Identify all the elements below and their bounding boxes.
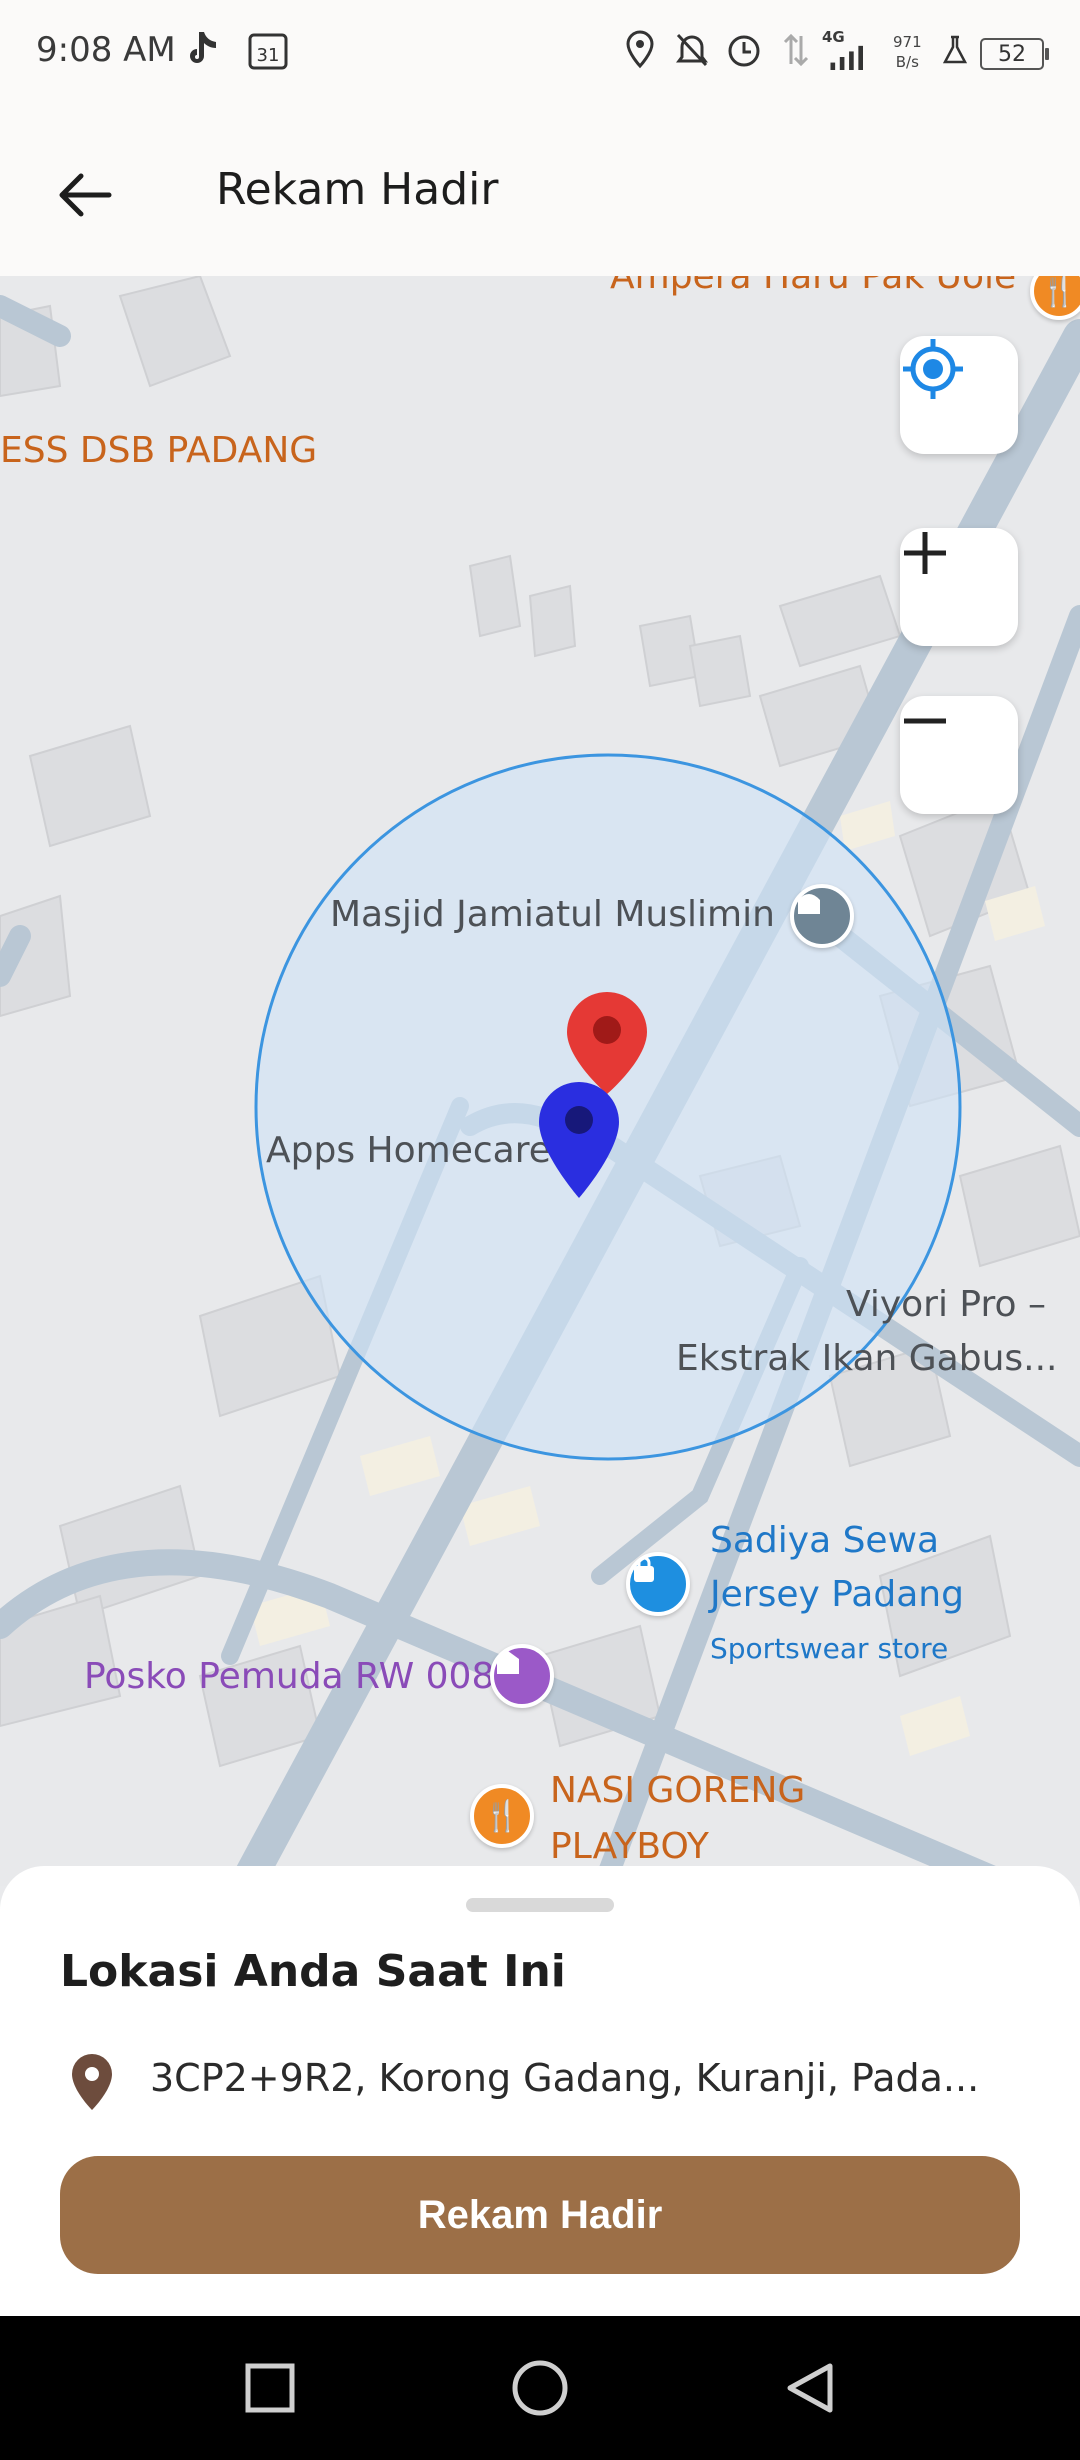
battery-icon: 52 xyxy=(980,38,1049,70)
back-nav-button[interactable] xyxy=(774,2352,846,2424)
poi-label-mosque[interactable]: Masjid Jamiatul Muslimin xyxy=(330,894,775,935)
poi-label-posko[interactable]: Posko Pemuda RW 008 xyxy=(84,1656,494,1697)
sheet-drag-handle[interactable] xyxy=(466,1898,614,1912)
poi-label-ampera[interactable]: Ampera Haru Pak Uole xyxy=(610,276,1016,297)
poi-label-sadiya-2[interactable]: Jersey Padang xyxy=(710,1574,964,1615)
mute-icon xyxy=(672,30,712,70)
signal-icon: 4G xyxy=(822,30,878,70)
back-button[interactable] xyxy=(40,150,130,240)
lab-icon xyxy=(940,30,970,70)
status-time: 9:08 AM xyxy=(36,30,176,70)
poi-label-nasi-2[interactable]: PLAYBOY xyxy=(550,1826,709,1867)
system-nav-bar xyxy=(0,2316,1080,2460)
network-speed: 971 B/s xyxy=(893,32,922,72)
poi-label-dsb[interactable]: ESS DSB PADANG xyxy=(0,430,317,471)
map-view[interactable]: Ampera Haru Pak Uole 🍴 ESS DSB PADANG Ma… xyxy=(0,276,1080,1886)
home-circle-icon xyxy=(512,2360,568,2416)
poi-label-sadiya-type: Sportswear store xyxy=(710,1632,949,1665)
poi-label-viyori-2[interactable]: Ekstrak Ikan Gabus... xyxy=(676,1338,1057,1379)
current-address: 3CP2+9R2, Korong Gadang, Kuranji, Pada..… xyxy=(150,2056,980,2100)
page-title: Rekam Hadir xyxy=(216,164,499,215)
my-location-button[interactable] xyxy=(900,336,1018,454)
calendar-icon: 31 xyxy=(246,30,290,70)
community-hall-icon[interactable] xyxy=(490,1644,554,1708)
sheet-title: Lokasi Anda Saat Ini xyxy=(60,1946,566,1997)
poi-label-nasi-1[interactable]: NASI GORENG xyxy=(550,1770,805,1811)
plus-icon xyxy=(904,532,946,574)
data-arrows-icon xyxy=(782,30,810,70)
alarm-icon xyxy=(724,30,764,70)
restaurant-icon[interactable]: 🍴 xyxy=(470,1784,534,1848)
home-button[interactable] xyxy=(504,2352,576,2424)
zoom-out-button[interactable] xyxy=(900,696,1018,814)
recents-square-icon xyxy=(245,2363,295,2413)
mosque-icon[interactable] xyxy=(790,884,854,948)
location-bottom-sheet: Lokasi Anda Saat Ini 3CP2+9R2, Korong Ga… xyxy=(0,1866,1080,2316)
recents-button[interactable] xyxy=(234,2352,306,2424)
arrow-left-icon xyxy=(59,173,112,217)
poi-label-apps-homecare[interactable]: Apps Homecare xyxy=(266,1130,551,1171)
record-attendance-button[interactable]: Rekam Hadir xyxy=(60,2156,1020,2274)
speed-unit: B/s xyxy=(895,53,919,71)
minus-icon xyxy=(904,718,946,724)
battery-level: 52 xyxy=(998,41,1026,67)
current-location-marker-icon[interactable] xyxy=(534,1078,624,1202)
place-pin-icon xyxy=(72,2054,112,2110)
speed-value: 971 xyxy=(893,33,922,51)
poi-label-sadiya-1[interactable]: Sadiya Sewa xyxy=(710,1520,939,1561)
calendar-day: 31 xyxy=(257,45,280,66)
back-triangle-icon xyxy=(787,2363,833,2413)
poi-label-viyori-1[interactable]: Viyori Pro – xyxy=(846,1284,1046,1325)
network-type: 4G xyxy=(822,28,845,46)
tiktok-icon xyxy=(180,30,224,70)
app-bar: Rekam Hadir xyxy=(0,100,1080,276)
my-location-icon xyxy=(903,339,963,399)
location-icon xyxy=(620,30,660,70)
zoom-in-button[interactable] xyxy=(900,528,1018,646)
shopping-bag-icon[interactable] xyxy=(626,1552,690,1616)
status-bar: 9:08 AM 31 4G 971 B/s 52 xyxy=(0,0,1080,100)
